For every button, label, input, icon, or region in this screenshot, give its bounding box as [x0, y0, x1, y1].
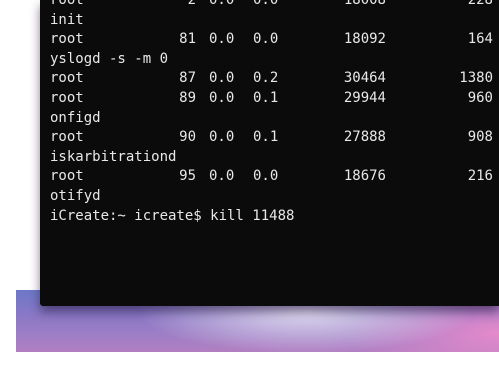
- process-rss: 908: [467, 129, 493, 146]
- process-mem: 0.2: [253, 70, 279, 87]
- process-vsz: 30464: [343, 70, 386, 87]
- process-vsz: 29944: [343, 90, 386, 106]
- process-command: otifyd: [50, 188, 101, 204]
- process-user: root: [50, 129, 84, 146]
- process-row: root 90 0.0 0.1 27888 908: [40, 128, 499, 148]
- process-vsz: 27888: [343, 129, 386, 146]
- process-pid: 87: [179, 70, 196, 87]
- process-command-line: init: [40, 11, 499, 31]
- shell-prompt-line[interactable]: iCreate:~ icreate$ kill 11488: [40, 207, 499, 227]
- process-cpu: 0.0: [209, 129, 235, 146]
- process-row: root 81 0.0 0.0 18092 164: [40, 30, 499, 50]
- process-user: root: [50, 70, 84, 87]
- process-command-line: iskarbitrationd: [40, 148, 499, 168]
- process-pid: 2: [187, 0, 196, 8]
- process-command: init: [50, 11, 84, 28]
- process-command-line: otifyd: [40, 187, 499, 207]
- process-command-line: onfigd: [40, 109, 499, 129]
- process-command: yslogd -s -m 0: [50, 50, 169, 67]
- process-rss: 216: [467, 168, 493, 185]
- process-rss: 228: [467, 0, 493, 8]
- process-row: root 87 0.0 0.2 30464 1380: [40, 69, 499, 89]
- process-pid: 90: [179, 129, 196, 146]
- process-cpu: 0.0: [209, 168, 235, 185]
- process-vsz: 18676: [343, 168, 386, 185]
- terminal-window[interactable]: root 2 0.0 0.0 18008 228 init root 81 0.0 0.0 18092…: [40, 0, 499, 306]
- process-mem: 0.1: [253, 129, 279, 146]
- process-cpu: 0.0: [209, 70, 235, 87]
- process-user: root: [50, 90, 84, 106]
- process-cpu: 0.0: [209, 0, 235, 8]
- process-command: iskarbitrationd: [50, 148, 177, 165]
- process-user: root: [50, 0, 84, 8]
- process-mem: 0.0: [253, 31, 279, 48]
- process-cpu: 0.0: [209, 90, 235, 106]
- process-cpu: 0.0: [209, 31, 235, 48]
- process-pid: 89: [179, 90, 196, 106]
- process-mem: 0.0: [253, 0, 279, 8]
- process-rss: 164: [467, 31, 493, 48]
- process-user: root: [50, 31, 84, 48]
- process-user: root: [50, 168, 84, 185]
- process-command: onfigd: [50, 109, 101, 126]
- process-mem: 0.1: [253, 90, 279, 106]
- process-pid: 81: [179, 31, 196, 48]
- process-vsz: 18092: [343, 31, 386, 48]
- process-vsz: 18008: [343, 0, 386, 8]
- process-row: root 89 0.0 0.1 29944 960: [40, 89, 499, 109]
- process-row: root 95 0.0 0.0 18676 216: [40, 167, 499, 187]
- process-pid: 95: [179, 168, 196, 185]
- process-command-line: yslogd -s -m 0: [40, 50, 499, 70]
- screenshot-stage: root 2 0.0 0.0 18008 228 init root 81 0.0 0.0 18092…: [0, 0, 499, 369]
- process-mem: 0.0: [253, 168, 279, 185]
- process-row: root 2 0.0 0.0 18008 228: [40, 0, 499, 11]
- process-rss: 960: [467, 90, 493, 106]
- process-rss: 1380: [459, 70, 493, 87]
- shell-prompt-command: iCreate:~ icreate$ kill 11488: [50, 207, 295, 224]
